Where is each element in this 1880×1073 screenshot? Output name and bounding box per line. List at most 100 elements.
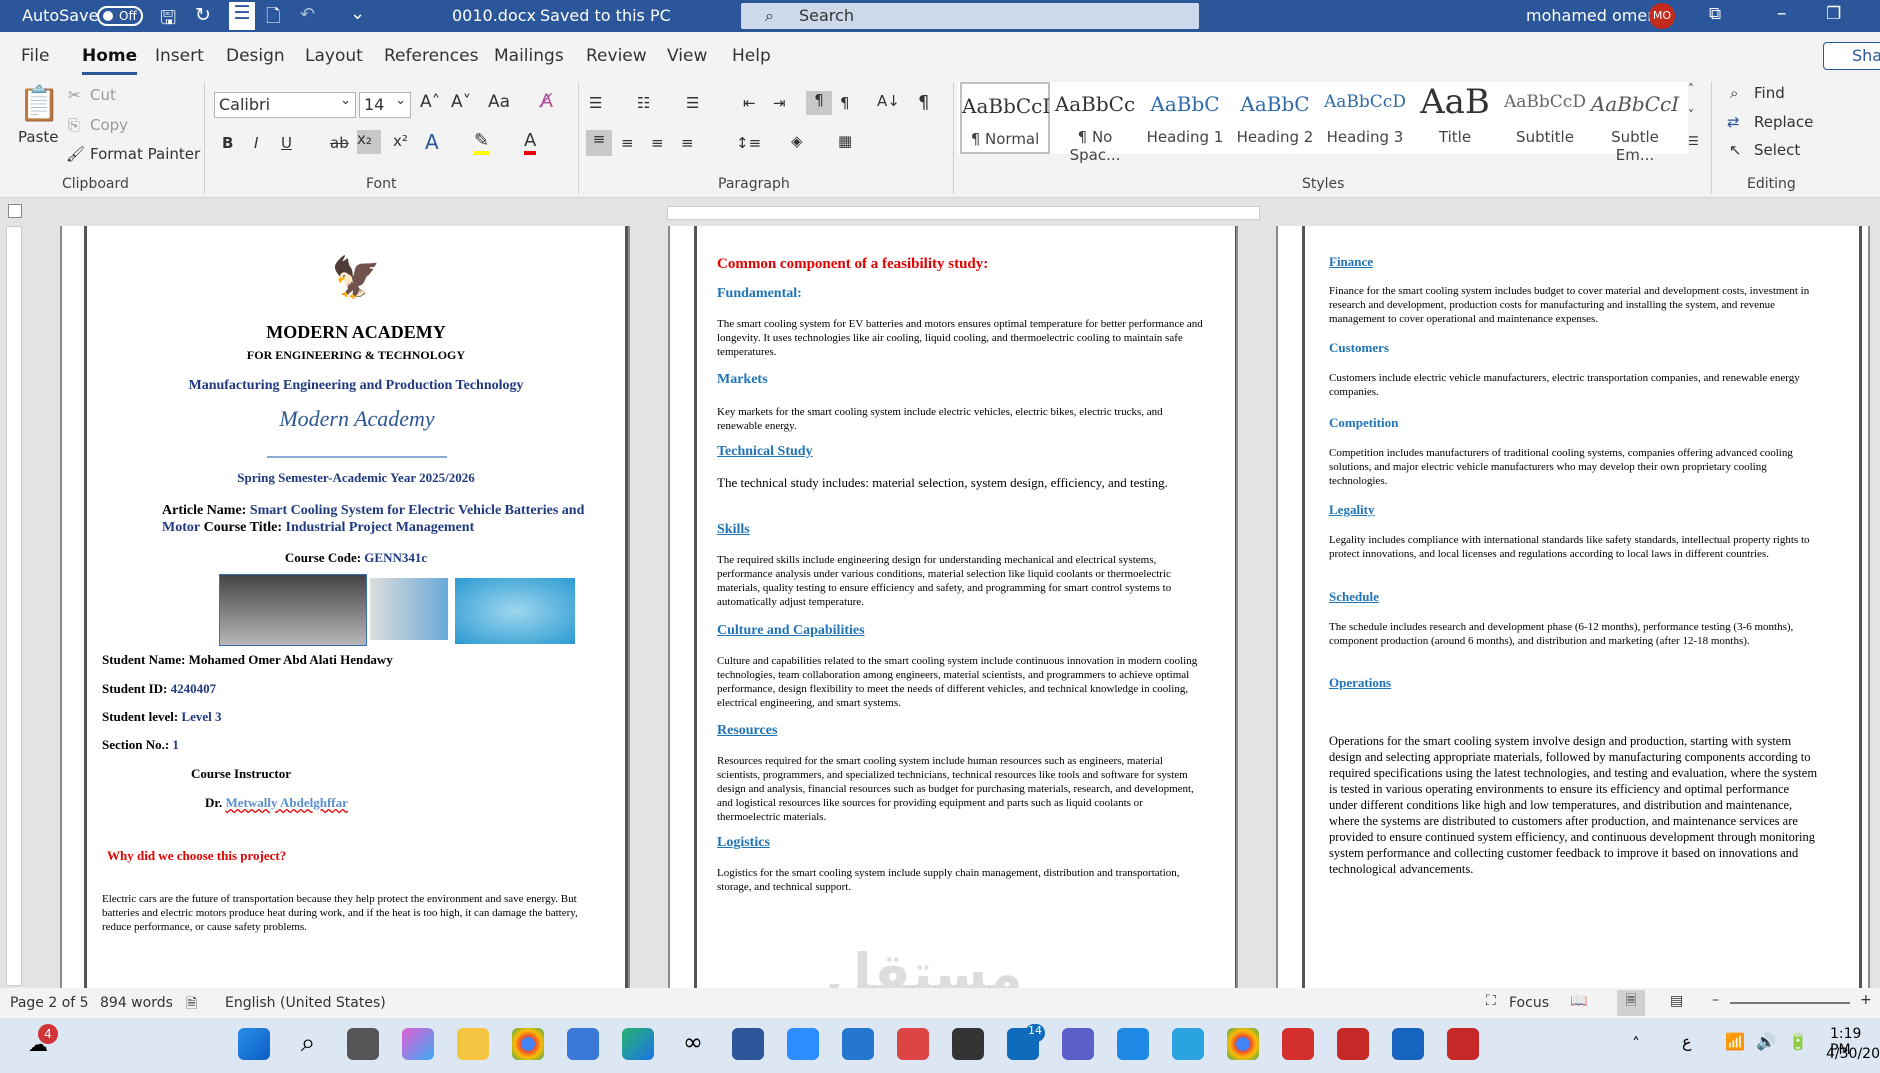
customize-icon[interactable]: ⌄: [350, 3, 365, 24]
tab-file[interactable]: File: [21, 46, 49, 66]
zoom-slider[interactable]: [1730, 1002, 1850, 1004]
document-name[interactable]: 0010.docx: [452, 6, 536, 25]
autocad-icon[interactable]: [1447, 1028, 1479, 1060]
mail-icon[interactable]: [897, 1028, 929, 1060]
tray-chevron-icon[interactable]: ˄: [1632, 1034, 1640, 1053]
tab-review[interactable]: Review: [586, 46, 647, 66]
search-taskbar-icon[interactable]: ⌕: [292, 1028, 324, 1060]
style-subtitle[interactable]: AaBbCcD Subtitle: [1500, 82, 1590, 154]
line-spacing-icon[interactable]: ↕≡: [736, 134, 761, 152]
document-page-1[interactable]: 🦅 MODERN ACADEMY FOR ENGINEERING & TECHN…: [60, 226, 630, 988]
vscode-icon[interactable]: [842, 1028, 874, 1060]
sort-icon[interactable]: A↓: [877, 92, 900, 110]
shading-icon[interactable]: ◈: [791, 132, 803, 150]
teams-icon[interactable]: [1062, 1028, 1094, 1060]
clock-date[interactable]: 4/30/2025: [1826, 1046, 1880, 1062]
decrease-indent-icon[interactable]: ⇤: [743, 94, 756, 112]
minimize-icon[interactable]: –: [1777, 2, 1787, 24]
tab-insert[interactable]: Insert: [155, 46, 204, 66]
search-box[interactable]: ⌕ Search: [741, 3, 1199, 29]
link-icon[interactable]: ∞: [677, 1028, 709, 1060]
print-layout-icon[interactable]: 🗏: [1617, 990, 1645, 1016]
style-heading-1[interactable]: AaBbC Heading 1: [1140, 82, 1230, 154]
style-heading-2[interactable]: AaBbC Heading 2: [1230, 82, 1320, 154]
store-icon[interactable]: [567, 1028, 599, 1060]
keyboard-lang-icon[interactable]: ع: [1682, 1032, 1692, 1051]
text-effects-icon[interactable]: A: [425, 130, 439, 154]
styles-down-icon[interactable]: ˅: [1688, 108, 1694, 122]
tab-help[interactable]: Help: [732, 46, 771, 66]
chrome-icon[interactable]: [512, 1028, 544, 1060]
subscript-icon[interactable]: x₂: [357, 130, 381, 154]
photos-icon[interactable]: [1392, 1028, 1424, 1060]
styles-up-icon[interactable]: ˄: [1688, 82, 1694, 96]
show-marks-icon[interactable]: ¶: [918, 92, 929, 113]
zoom-in-icon[interactable]: +: [1860, 992, 1872, 1008]
page-count[interactable]: Page 2 of 5: [10, 995, 89, 1011]
format-painter-button[interactable]: Format Painter: [90, 145, 200, 163]
find-button[interactable]: Find: [1754, 84, 1785, 102]
solidworks-icon[interactable]: [1337, 1028, 1369, 1060]
align-left-icon[interactable]: ≡: [586, 130, 612, 156]
clear-format-icon[interactable]: A̸: [540, 90, 553, 112]
zoom-out-icon[interactable]: –: [1712, 992, 1719, 1008]
ribbon-display-icon[interactable]: ⧉: [1709, 4, 1721, 24]
font-size-select[interactable]: 14: [359, 89, 411, 118]
highlight-icon[interactable]: ✎: [474, 130, 490, 155]
autosave-toggle[interactable]: Off: [97, 6, 143, 26]
tab-design[interactable]: Design: [226, 46, 285, 66]
copilot-icon[interactable]: [402, 1028, 434, 1060]
start-icon[interactable]: [238, 1028, 270, 1060]
increase-indent-icon[interactable]: ⇥: [773, 94, 786, 112]
style-no-spacing[interactable]: AaBbCc ¶ No Spac...: [1050, 82, 1140, 164]
italic-icon[interactable]: I: [254, 134, 258, 152]
select-button[interactable]: Select: [1754, 141, 1800, 159]
align-center-icon[interactable]: ≡: [621, 134, 634, 152]
read-mode-icon[interactable]: 📖: [1570, 993, 1587, 1009]
style-subtle-emphasis[interactable]: AaBbCcI Subtle Em...: [1590, 82, 1680, 164]
style-heading-3[interactable]: AaBbCcD Heading 3: [1320, 82, 1410, 154]
tab-selector[interactable]: [8, 204, 22, 218]
avatar[interactable]: MO: [1649, 3, 1675, 29]
tab-layout[interactable]: Layout: [305, 46, 363, 66]
tab-references[interactable]: References: [384, 46, 478, 66]
borders-icon[interactable]: ▦: [838, 132, 852, 150]
share-button[interactable]: Share: [1823, 42, 1880, 70]
multilevel-icon[interactable]: ☰: [686, 94, 699, 112]
language[interactable]: English (United States): [225, 995, 386, 1011]
strikethrough-icon[interactable]: ab: [330, 134, 349, 152]
styles-more-icon[interactable]: ☰: [1688, 134, 1699, 148]
chatgpt-icon[interactable]: [952, 1028, 984, 1060]
zoom-icon[interactable]: [787, 1028, 819, 1060]
align-icon[interactable]: ☰: [229, 2, 255, 30]
restore-icon[interactable]: ❐: [1826, 4, 1841, 24]
bold-icon[interactable]: B: [222, 134, 233, 152]
bullets-icon[interactable]: ☰: [589, 94, 602, 112]
change-case-icon[interactable]: Aa: [488, 92, 510, 112]
volume-icon[interactable]: 🔊: [1756, 1032, 1776, 1051]
edge-icon[interactable]: [622, 1028, 654, 1060]
grow-font-icon[interactable]: A˄: [420, 92, 440, 112]
wifi-icon[interactable]: 📶: [1725, 1032, 1745, 1051]
task-view-icon[interactable]: [347, 1028, 379, 1060]
focus-button[interactable]: Focus: [1509, 995, 1549, 1011]
document-page-2[interactable]: Common component of a feasibility study:…: [668, 226, 1238, 988]
style-title[interactable]: AaB Title: [1410, 82, 1500, 154]
user-name[interactable]: mohamed omer: [1526, 6, 1654, 25]
app-icon[interactable]: [1117, 1028, 1149, 1060]
superscript-icon[interactable]: x²: [393, 132, 408, 150]
ltr-icon[interactable]: ¶: [806, 91, 832, 115]
font-name-select[interactable]: Calibri: [214, 89, 356, 118]
file-explorer-icon[interactable]: [457, 1028, 489, 1060]
word-icon[interactable]: [732, 1028, 764, 1060]
acrobat-icon[interactable]: [1282, 1028, 1314, 1060]
underline-icon[interactable]: U: [281, 134, 292, 152]
document-page-3[interactable]: Finance Finance for the smart cooling sy…: [1276, 226, 1870, 988]
proofing-icon[interactable]: 🗎: [186, 993, 197, 1017]
new-doc-icon[interactable]: 🗋: [266, 4, 280, 34]
shrink-font-icon[interactable]: A˅: [451, 92, 471, 112]
redo-icon[interactable]: ↻: [195, 4, 211, 26]
tab-home[interactable]: Home: [82, 46, 138, 75]
battery-icon[interactable]: 🔋: [1788, 1032, 1808, 1051]
paste-icon[interactable]: 📋: [18, 84, 60, 124]
